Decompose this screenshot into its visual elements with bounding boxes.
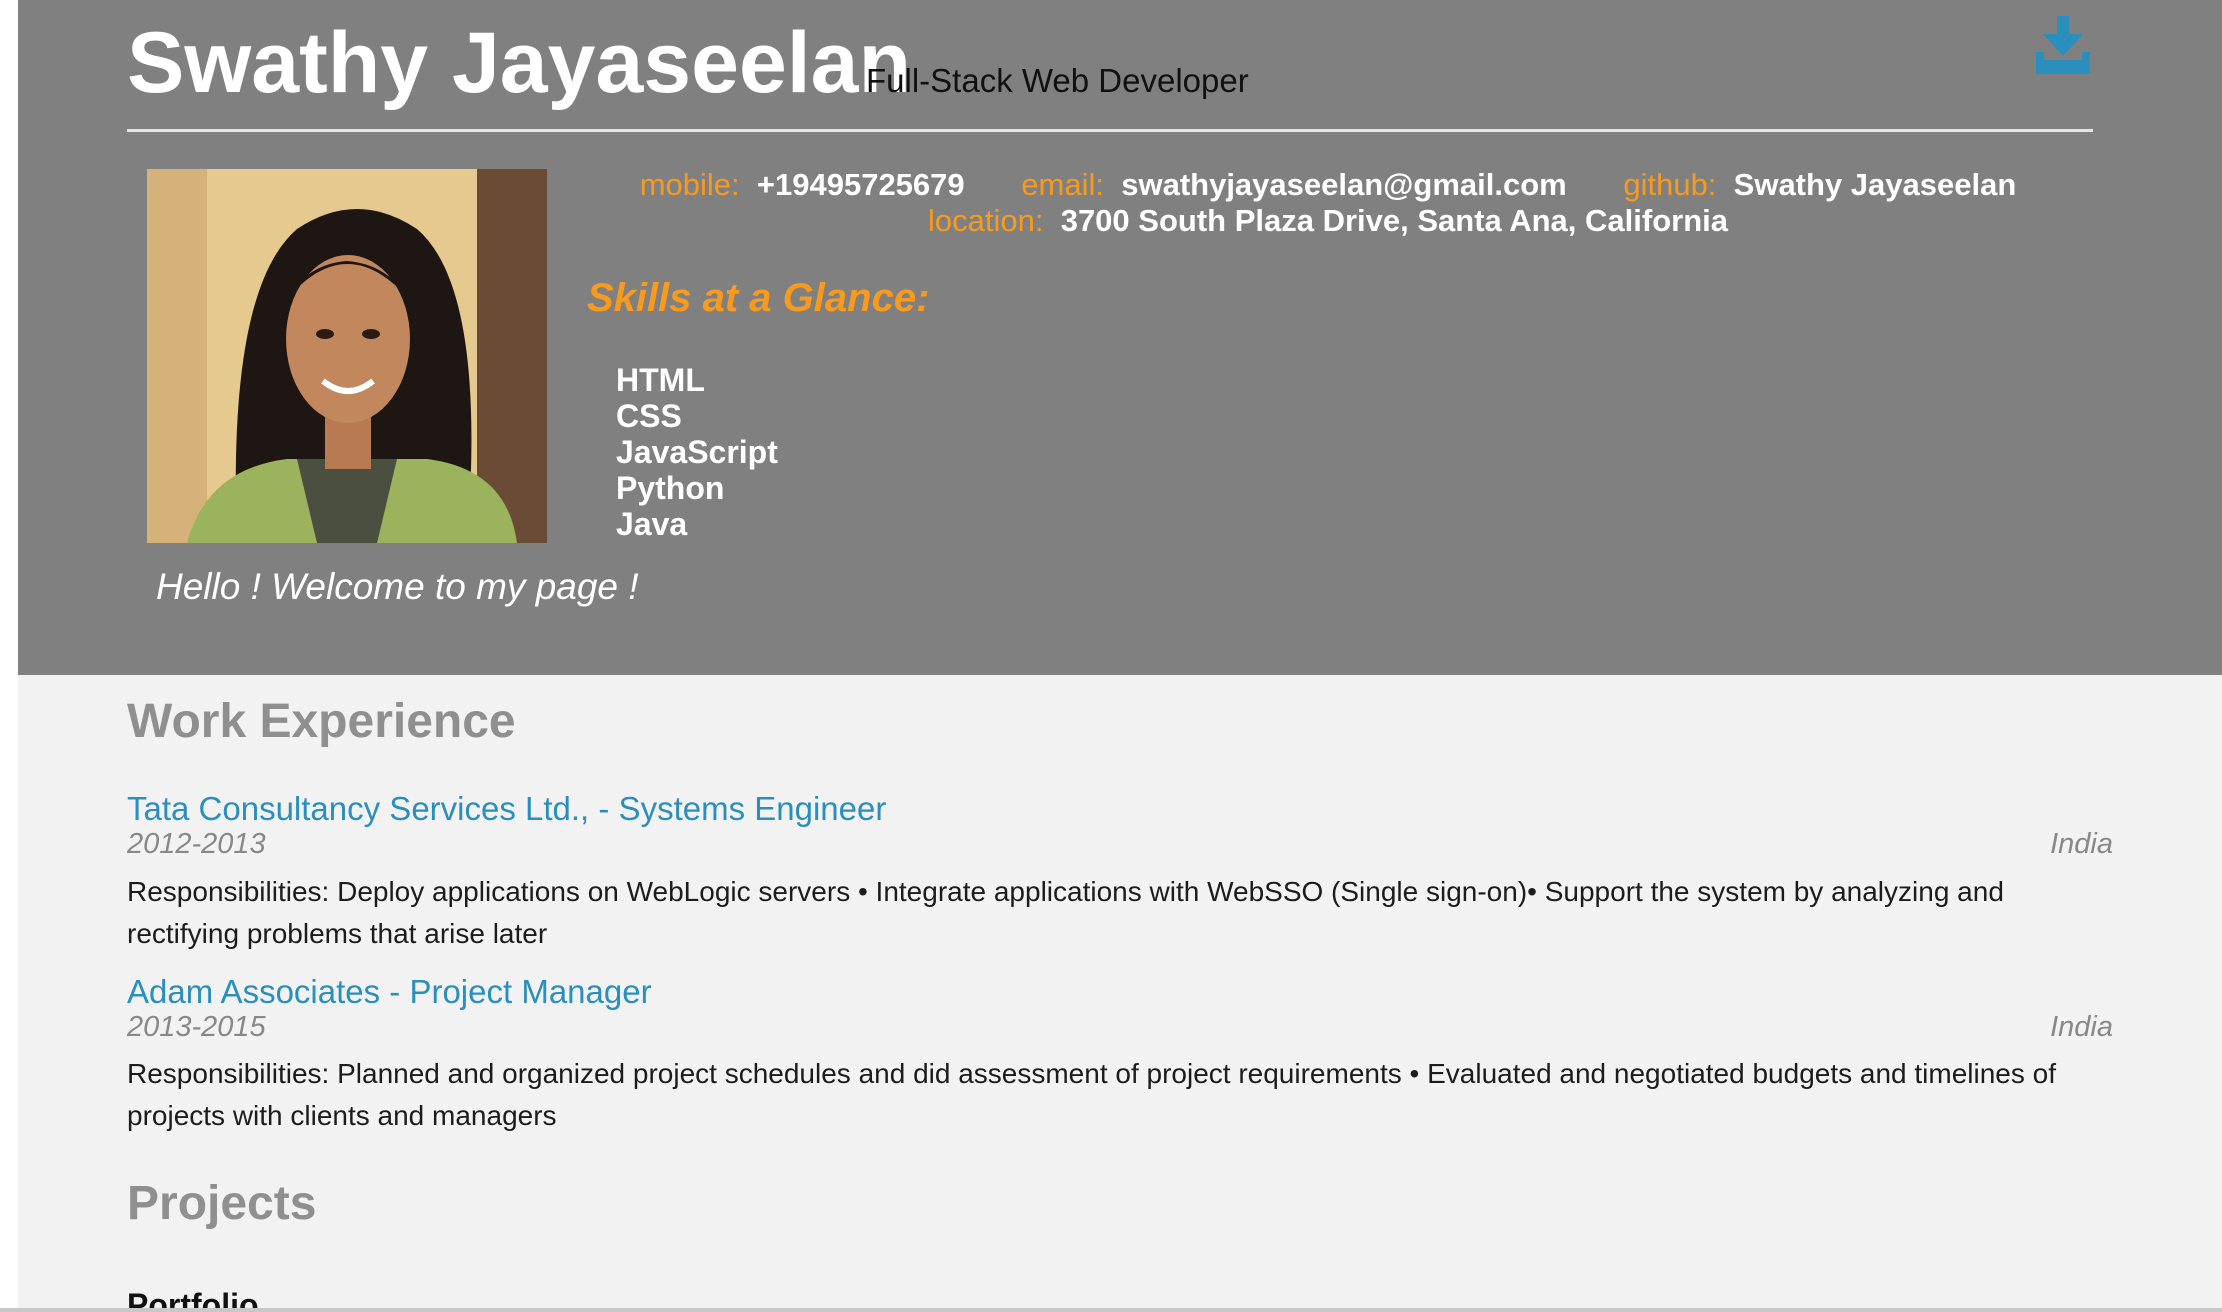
skill-item: HTML [616,362,705,398]
email-label: email: [1021,167,1104,202]
location-value: 3700 South Plaza Drive, Santa Ana, Calif… [1060,203,1728,238]
download-icon [2036,16,2090,74]
window-bottom-edge [0,1308,2222,1312]
job-description: Responsibilities: Planned and organized … [127,1058,2057,1131]
projects-heading: Projects [127,1177,317,1230]
skills-list: HTML CSS JavaScript Python Java [616,362,778,542]
page: Swathy Jayaseelan Full-Stack Web Develop… [18,0,2222,1308]
project-title: Portfolio [127,1287,259,1308]
skill-item: Java [616,506,688,542]
profile-photo [147,169,547,543]
profile-name: Swathy Jayaseelan [127,15,912,111]
contact-row-primary: mobile: +19495725679 email: swathyjayase… [563,167,2093,203]
skills-heading: Skills at a Glance: [587,276,930,320]
work-experience-heading: Work Experience [127,695,516,748]
job-years: 2012-2013 [127,828,266,860]
welcome-message: Hello ! Welcome to my page ! [156,566,639,607]
profile-title: Full-Stack Web Developer [866,62,1249,99]
email-link[interactable]: swathyjayaseelan@gmail.com [1121,167,1567,202]
header-divider [127,129,2093,132]
download-resume-button[interactable] [2030,14,2096,76]
profile-banner: Swathy Jayaseelan Full-Stack Web Develop… [18,0,2222,675]
skill-item: Python [616,470,725,506]
job-years: 2013-2015 [127,1011,266,1043]
contact-row-location: location: 3700 South Plaza Drive, Santa … [563,203,2093,239]
mobile-label: mobile: [639,167,740,202]
location-label: location: [928,203,1044,238]
github-label: github: [1623,167,1717,202]
job-location: India [2050,1011,2113,1043]
job-title-link[interactable]: Tata Consultancy Services Ltd., - System… [127,790,886,828]
mobile-value: +19495725679 [756,167,965,202]
github-link[interactable]: Swathy Jayaseelan [1734,167,2017,202]
job-title-link[interactable]: Adam Associates - Project Manager [127,973,652,1011]
job-location: India [2050,828,2113,860]
skill-item: CSS [616,398,682,434]
job-description: Responsibilities: Deploy applications on… [127,876,2004,949]
skill-item: JavaScript [616,434,778,470]
